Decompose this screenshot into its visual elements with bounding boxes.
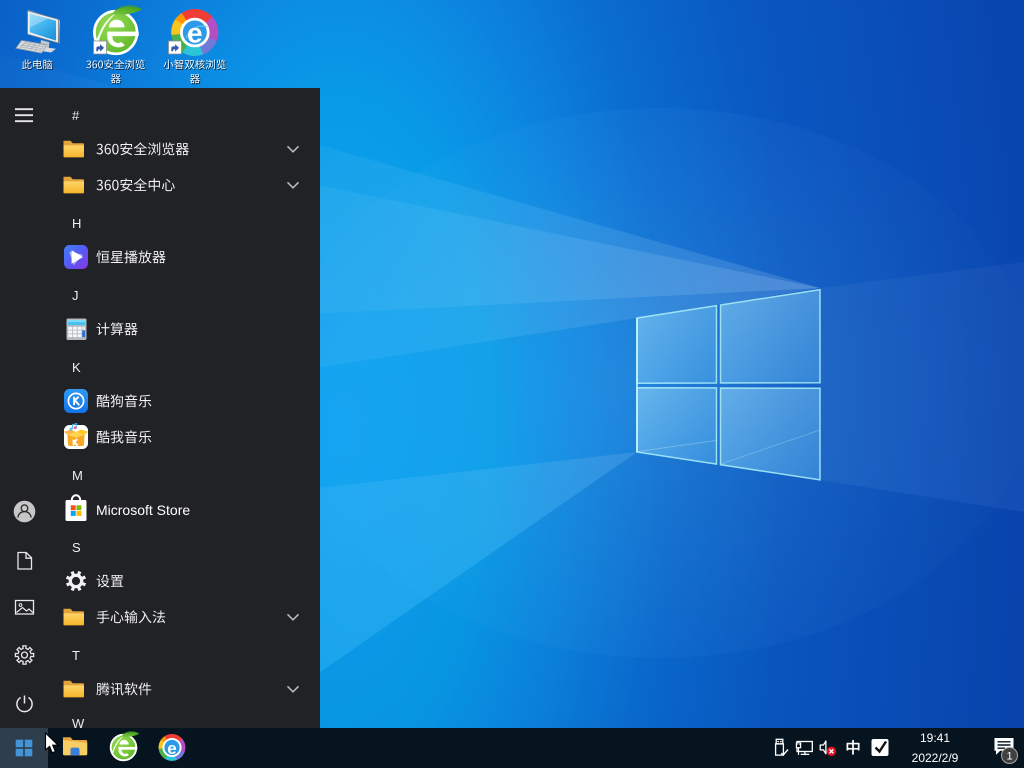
svg-text:e: e — [167, 739, 176, 758]
svg-text:1: 1 — [1006, 751, 1012, 763]
